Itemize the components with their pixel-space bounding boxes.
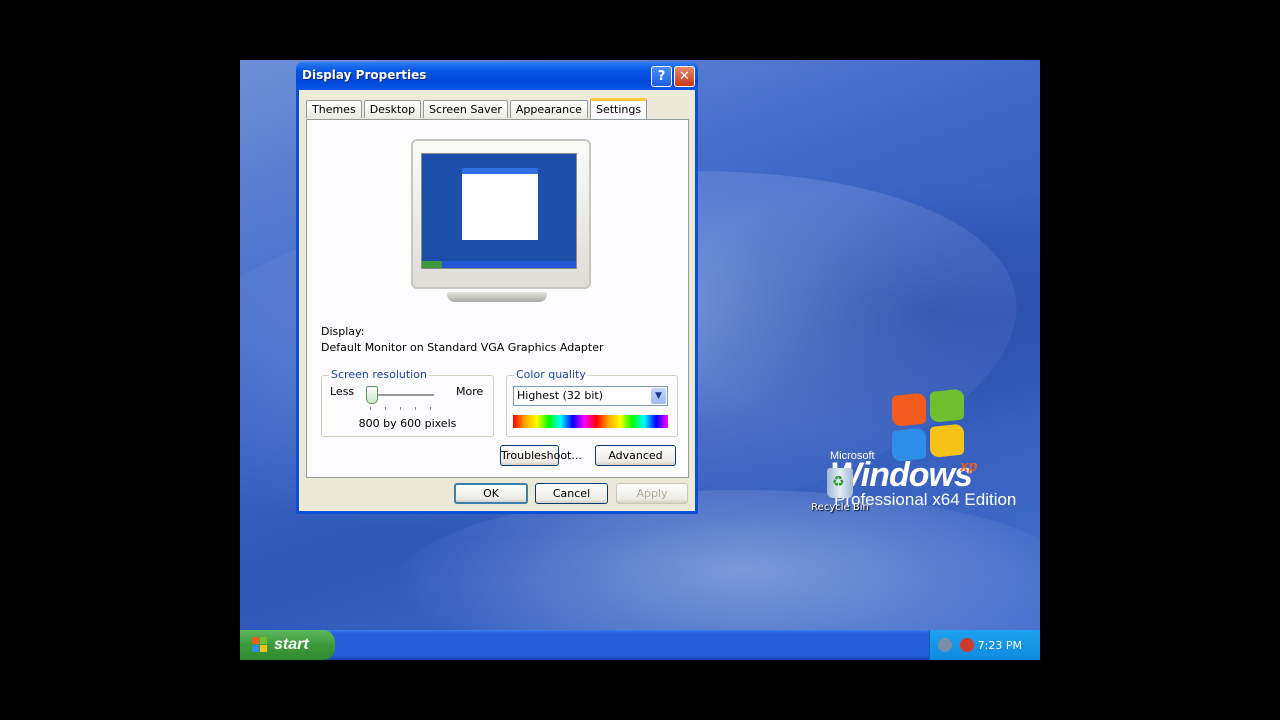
tab-desktop[interactable]: Desktop [363, 100, 422, 118]
recycle-bin-shortcut[interactable]: Recycle Bin [810, 468, 870, 513]
recycle-bin-icon [827, 468, 853, 498]
resolution-value: 800 by 600 pixels [358, 417, 457, 430]
color-spectrum-bar [513, 415, 668, 428]
chevron-down-icon[interactable]: ▼ [651, 388, 666, 404]
resolution-slider-thumb[interactable] [366, 386, 378, 404]
taskbar: start 7:23 PM [240, 630, 1040, 660]
cancel-button[interactable]: Cancel [535, 483, 608, 504]
screen-resolution-title: Screen resolution [329, 368, 429, 381]
tab-themes[interactable]: Themes [306, 100, 362, 118]
tab-appearance[interactable]: Appearance [509, 100, 588, 118]
troubleshoot-button[interactable]: Troubleshoot... [500, 445, 582, 466]
display-properties-dialog: Display Properties ? ✕ Themes Desktop Sc… [296, 62, 698, 514]
logo-xp-text: xp [960, 458, 978, 475]
windows-flag-icon [892, 388, 968, 466]
settings-panel: Display: Default Monitor on Standard VGA… [306, 119, 689, 478]
color-quality-group: Color quality Highest (32 bit) ▼ [506, 368, 678, 437]
ok-button[interactable]: OK [454, 483, 528, 504]
network-icon[interactable] [938, 638, 952, 652]
apply-button[interactable]: Apply [616, 483, 688, 504]
display-value: Default Monitor on Standard VGA Graphics… [321, 341, 604, 354]
tab-settings[interactable]: Settings [589, 98, 648, 121]
windows-flag-icon [252, 637, 268, 653]
monitor-preview-image [411, 139, 591, 289]
tab-screen-saver[interactable]: Screen Saver [423, 100, 508, 118]
slider-more-label: More [456, 385, 484, 398]
dialog-body: Themes Desktop Screen Saver Appearance S… [299, 90, 695, 511]
security-shield-icon[interactable] [960, 638, 974, 652]
clock[interactable]: 7:23 PM [978, 639, 1022, 652]
resolution-slider-ticks [370, 407, 434, 410]
start-button[interactable]: start [240, 630, 335, 660]
preview-window [462, 168, 538, 240]
close-button[interactable]: ✕ [674, 66, 695, 87]
start-label: start [274, 636, 309, 653]
help-button[interactable]: ? [651, 66, 672, 87]
tab-strip: Themes Desktop Screen Saver Appearance S… [306, 98, 649, 121]
dialog-titlebar[interactable]: Display Properties ? ✕ [296, 62, 698, 90]
color-quality-select[interactable]: Highest (32 bit) ▼ [513, 386, 668, 406]
color-quality-title: Color quality [514, 368, 588, 381]
dialog-title: Display Properties [302, 68, 427, 82]
color-quality-value: Highest (32 bit) [517, 389, 604, 402]
monitor-stand [447, 292, 547, 302]
preview-taskbar [422, 261, 576, 268]
screen-resolution-group: Screen resolution Less More 800 by 600 p… [321, 368, 494, 437]
display-label: Display: [321, 325, 365, 338]
slider-less-label: Less [330, 385, 355, 398]
system-tray: 7:23 PM [929, 630, 1040, 660]
monitor-screen [421, 153, 577, 269]
recycle-bin-label: Recycle Bin [811, 502, 869, 513]
advanced-button[interactable]: Advanced [595, 445, 676, 466]
